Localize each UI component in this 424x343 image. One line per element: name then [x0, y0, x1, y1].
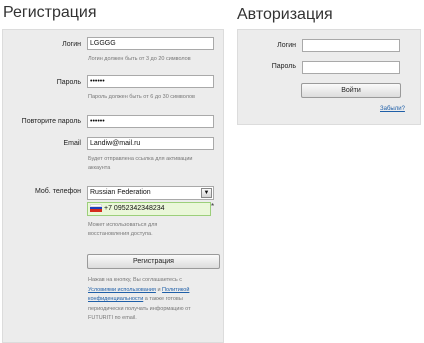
email-hint-line-2: аккаунта — [88, 165, 111, 171]
repeat-password-input[interactable]: •••••• — [87, 115, 214, 128]
terms-and: и — [157, 286, 161, 293]
email-input[interactable]: Landiw@mail.ru — [87, 137, 214, 150]
login-input[interactable]: LGGGG — [87, 37, 214, 50]
register-button[interactable]: Регистрация — [87, 254, 220, 269]
email-label: Email — [63, 140, 81, 147]
country-select[interactable]: Russian Federation ▼ — [87, 186, 214, 200]
privacy-policy-link-part-1[interactable]: Политикой — [162, 287, 189, 293]
terms-line-2: Условиями использования и Политикой — [88, 286, 222, 296]
terms-line-3: конфиденциальности а также готовы — [88, 295, 222, 305]
country-select-value: Russian Federation — [90, 189, 151, 196]
password-hint: Пароль должен быть от 6 до 30 символов — [88, 94, 195, 100]
terms-line-1: Нажав на кнопку, Вы соглашаетесь с — [88, 277, 182, 283]
authorization-title: Авторизация — [237, 6, 333, 23]
chevron-down-icon[interactable]: ▼ — [201, 188, 212, 198]
phone-required-mark: * — [211, 202, 215, 211]
email-hint-line-1: Будет отправлена ссылка для активации — [88, 156, 193, 162]
phone-hint-line-1: Может использоваться для — [88, 222, 158, 228]
password-input[interactable]: •••••• — [87, 75, 214, 88]
login-label: Логин — [62, 41, 81, 48]
terms-of-use-link[interactable]: Условиями использования — [88, 287, 156, 293]
terms-text: Нажав на кнопку, Вы соглашаетесь с Услов… — [88, 276, 222, 324]
auth-login-input[interactable] — [302, 39, 400, 52]
terms-line-3-text: а также готовы — [144, 296, 183, 302]
terms-line-4: периодически получать информацию от — [88, 305, 191, 312]
login-hint: Логин должен быть от 3 до 20 символов — [88, 56, 191, 62]
phone-label: Моб. телефон — [35, 188, 81, 195]
terms-line-5: FUTURITI по email. — [88, 315, 137, 321]
repeat-password-label: Повторите пароль — [21, 118, 81, 125]
phone-hint-line-2: восстановления доступа. — [88, 231, 153, 237]
auth-password-label: Пароль — [271, 63, 296, 70]
login-button[interactable]: Войти — [301, 83, 401, 98]
privacy-policy-link-part-2[interactable]: конфиденциальности — [88, 296, 143, 302]
forgot-password-link[interactable]: Забыли? — [380, 106, 405, 112]
auth-password-input[interactable] — [302, 61, 400, 74]
password-label: Пароль — [56, 79, 81, 86]
phone-input[interactable]: +7 0952342348234 — [87, 202, 211, 216]
russia-flag-icon — [90, 204, 102, 213]
phone-value: +7 0952342348234 — [104, 205, 165, 212]
registration-title: Регистрация — [3, 4, 97, 21]
auth-login-label: Логин — [277, 42, 296, 49]
